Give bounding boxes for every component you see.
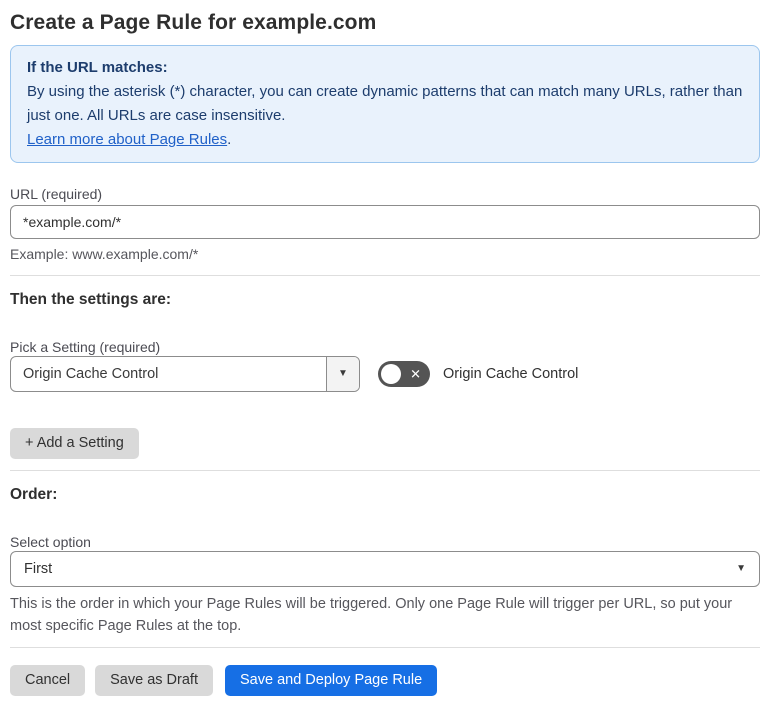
info-box-link-line: Learn more about Page Rules. <box>27 128 743 152</box>
setting-dropdown-value: Origin Cache Control <box>23 366 159 382</box>
divider <box>10 470 760 471</box>
url-input[interactable] <box>10 205 760 239</box>
info-box-body: By using the asterisk (*) character, you… <box>27 83 743 124</box>
origin-cache-control-toggle[interactable]: ✕ <box>378 361 430 387</box>
info-box-heading: If the URL matches: <box>27 59 168 76</box>
footer-actions: Cancel Save as Draft Save and Deploy Pag… <box>10 665 760 696</box>
page-rule-form: Create a Page Rule for example.com If th… <box>0 0 770 696</box>
learn-more-link[interactable]: Learn more about Page Rules <box>27 131 227 148</box>
divider <box>10 647 760 648</box>
order-section-heading: Order: <box>10 486 58 503</box>
add-setting-button[interactable]: + Add a Setting <box>10 428 139 459</box>
link-suffix: . <box>227 131 232 148</box>
page-title: Create a Page Rule for example.com <box>10 11 377 34</box>
cancel-button[interactable]: Cancel <box>10 665 86 696</box>
divider <box>10 275 760 276</box>
setting-dropdown-arrow-button[interactable]: ▼ <box>326 357 359 391</box>
pick-setting-label: Pick a Setting (required) <box>10 339 161 355</box>
settings-section-heading: Then the settings are: <box>10 291 172 308</box>
toggle-knob <box>381 364 401 384</box>
chevron-down-icon: ▼ <box>338 368 348 379</box>
save-and-deploy-button[interactable]: Save and Deploy Page Rule <box>224 665 438 696</box>
order-select-value: First <box>24 561 53 577</box>
chevron-down-icon: ▼ <box>736 563 746 574</box>
setting-dropdown[interactable]: Origin Cache Control ▼ <box>10 356 360 392</box>
order-helper-text: This is the order in which your Page Rul… <box>10 596 733 634</box>
url-example-helper: Example: www.example.com/* <box>10 246 199 262</box>
order-select-label: Select option <box>10 534 91 550</box>
url-field-label: URL (required) <box>10 186 103 202</box>
toggle-off-x-icon: ✕ <box>410 366 421 382</box>
url-match-info-box: If the URL matches: By using the asteris… <box>10 45 760 163</box>
order-select[interactable]: First ▼ <box>10 551 760 587</box>
toggle-setting-label: Origin Cache Control <box>443 366 579 382</box>
save-as-draft-button[interactable]: Save as Draft <box>95 665 213 696</box>
setting-row: Origin Cache Control ▼ ✕ Origin Cache Co… <box>10 356 760 392</box>
